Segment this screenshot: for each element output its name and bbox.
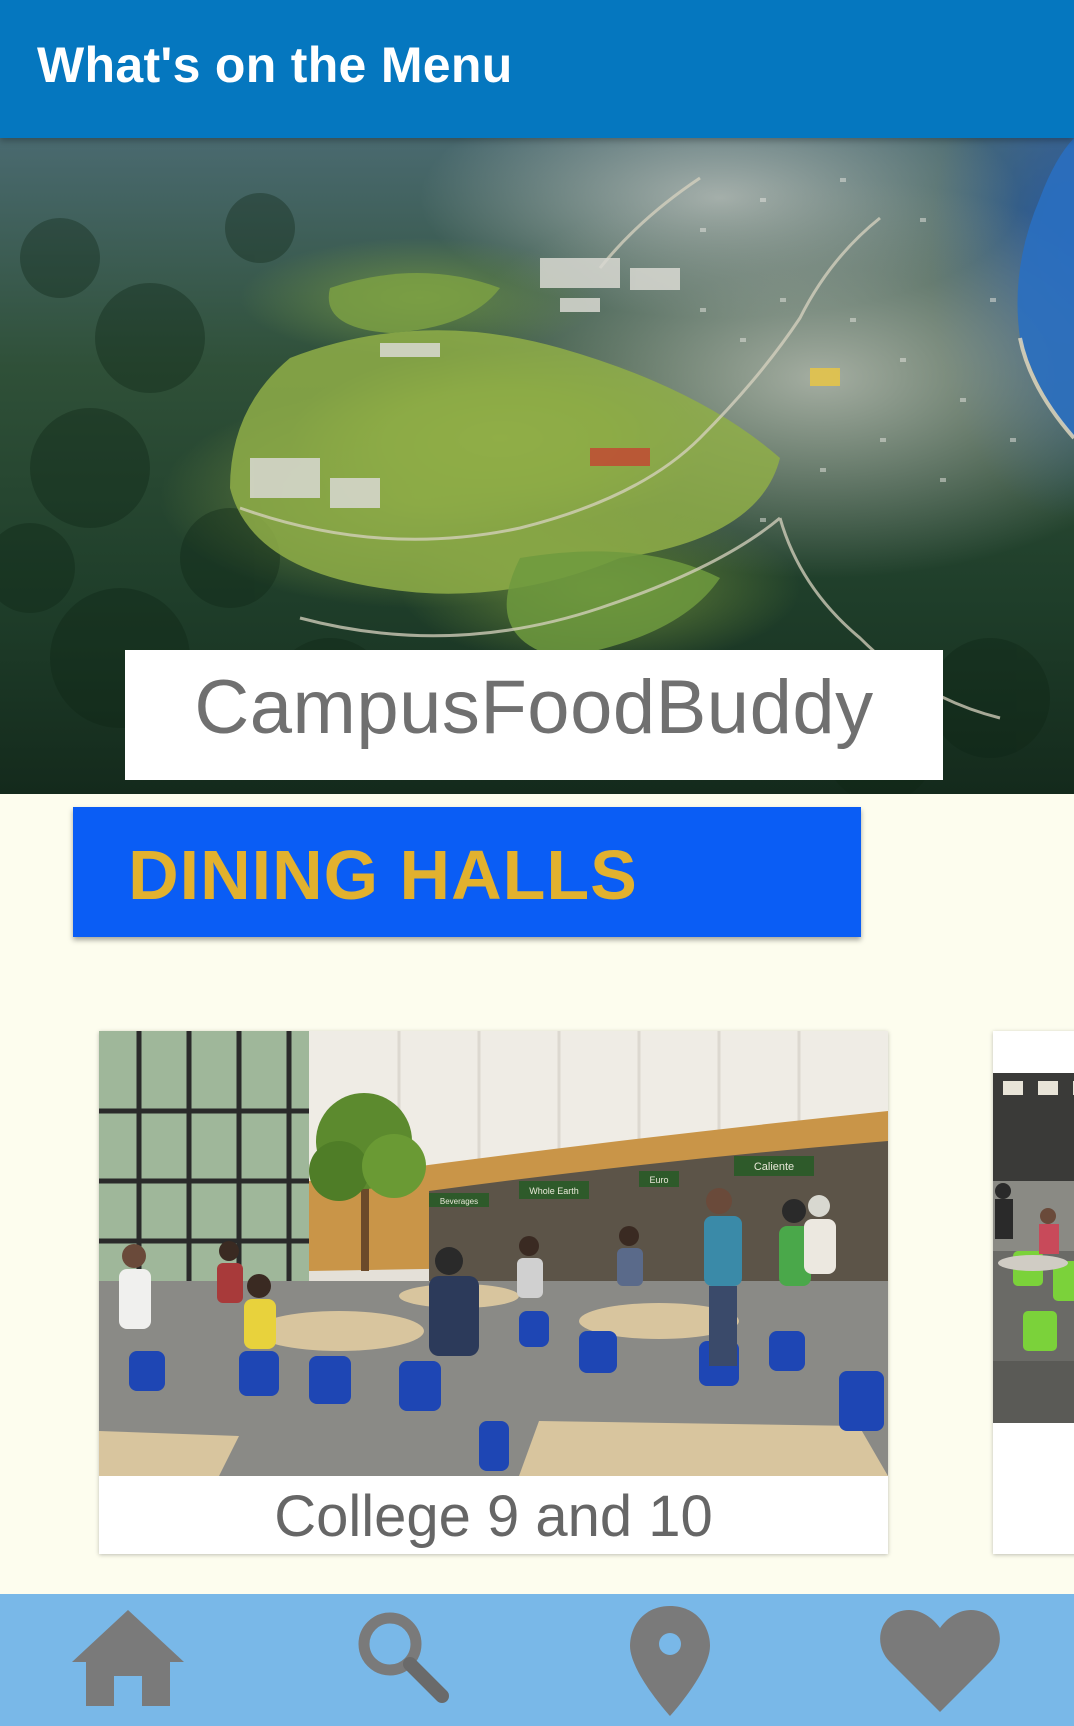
heart-icon <box>880 1609 1000 1712</box>
app-bar-title: What's on the Menu <box>37 37 513 93</box>
svg-text:Caliente: Caliente <box>754 1161 794 1173</box>
nav-home[interactable] <box>58 1594 198 1726</box>
dining-hall-card[interactable]: Whole Earth Euro Caliente Beverages Coll… <box>99 1031 888 1554</box>
svg-text:Whole Earth: Whole Earth <box>529 1186 579 1196</box>
dining-hall-photo <box>993 1031 1074 1476</box>
nav-locations[interactable] <box>600 1594 740 1726</box>
brand-banner: CampusFoodBuddy <box>125 650 943 780</box>
dining-hall-interior-photo <box>993 1031 1074 1476</box>
dining-hall-photo: Whole Earth Euro Caliente Beverages <box>99 1031 888 1476</box>
nav-search[interactable] <box>330 1594 470 1726</box>
dining-halls-button[interactable]: DINING HALLS <box>73 807 861 937</box>
search-icon <box>358 1612 449 1703</box>
brand-name: CampusFoodBuddy <box>194 665 874 750</box>
home-icon <box>72 1610 184 1706</box>
dining-hall-name: College 9 and 10 <box>274 1484 713 1549</box>
bottom-navigation <box>0 1594 1074 1726</box>
nav-favorites[interactable] <box>870 1594 1010 1726</box>
dining-halls-label: DINING HALLS <box>128 836 638 914</box>
svg-text:Euro: Euro <box>649 1175 668 1185</box>
svg-text:Beverages: Beverages <box>440 1197 478 1206</box>
app-screen: What's on the Menu CampusFoodBuddy DININ… <box>0 0 1074 1726</box>
dining-hall-interior-photo: Whole Earth Euro Caliente Beverages <box>99 1031 888 1476</box>
dining-hall-card[interactable] <box>993 1031 1074 1554</box>
app-bar: What's on the Menu <box>0 0 1074 138</box>
location-pin-icon <box>630 1606 710 1716</box>
